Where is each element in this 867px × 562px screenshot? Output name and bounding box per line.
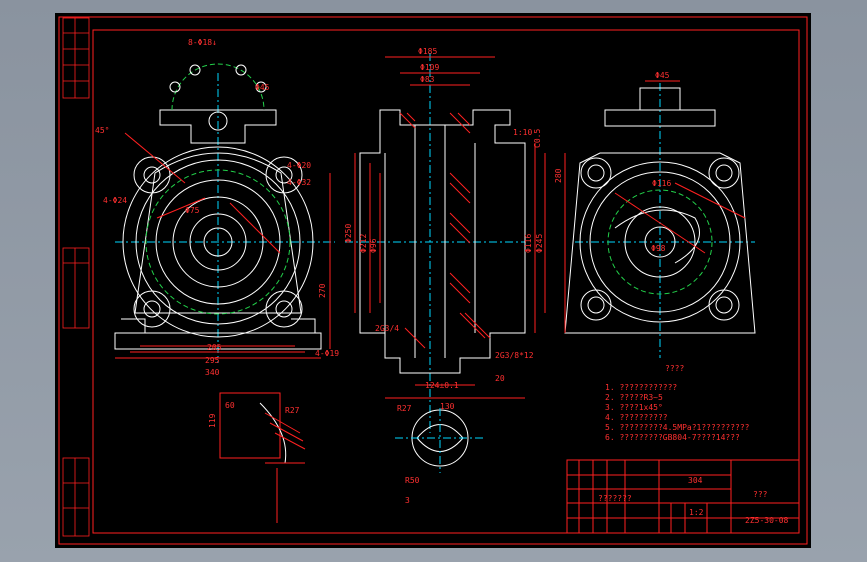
svg-text:20: 20 — [495, 374, 505, 383]
note-1: 1. ???????????? — [605, 383, 677, 392]
svg-text:Φ116: Φ116 — [524, 234, 533, 253]
technical-notes: ???? 1. ???????????? 2. ?????R3~5 3. ???… — [605, 364, 750, 442]
drawing-sheet: 205 295 340 270 4-Φ19 8-Φ18↓ Φ45 4-Φ24 4… — [55, 13, 811, 548]
svg-text:R27: R27 — [397, 404, 412, 413]
svg-text:45°: 45° — [95, 126, 109, 135]
svg-text:Φ116: Φ116 — [652, 179, 671, 188]
svg-text:295: 295 — [205, 356, 220, 365]
drawing-svg: 205 295 340 270 4-Φ19 8-Φ18↓ Φ45 4-Φ24 4… — [58, 16, 808, 545]
svg-text:Φ83: Φ83 — [420, 75, 435, 84]
svg-text:280: 280 — [554, 168, 563, 183]
svg-text:R27: R27 — [285, 406, 300, 415]
right-view: Φ45 Φ116 Φ98 280 — [554, 71, 756, 358]
left-margin-blocks — [62, 17, 90, 537]
svg-text:Φ45: Φ45 — [655, 71, 670, 80]
title-small-cell: ??????? — [598, 494, 632, 503]
svg-text:205: 205 — [207, 343, 222, 352]
svg-text:4-Φ24: 4-Φ24 — [103, 196, 127, 205]
svg-text:8-Φ18↓: 8-Φ18↓ — [188, 38, 217, 47]
notes-title: ???? — [665, 364, 684, 373]
note-3: 3. ????1x45° — [605, 403, 663, 412]
svg-text:2G3/8*12: 2G3/8*12 — [495, 351, 534, 360]
svg-text:1:10: 1:10 — [513, 128, 532, 137]
svg-text:R50: R50 — [405, 476, 420, 485]
svg-text:Φ250: Φ250 — [344, 224, 353, 243]
svg-text:4-Φ32: 4-Φ32 — [287, 178, 311, 187]
svg-text:4-Φ20: 4-Φ20 — [287, 161, 311, 170]
svg-text:Φ212: Φ212 — [359, 234, 368, 253]
svg-text:Φ75: Φ75 — [185, 206, 200, 215]
svg-text:340: 340 — [205, 368, 220, 377]
svg-text:Φ185: Φ185 — [418, 47, 437, 56]
inner-frame — [92, 29, 800, 534]
material-text: 304 — [688, 476, 703, 485]
note-5: 5. ?????????4.5MPa?1?????????? — [605, 423, 750, 432]
left-view: 205 295 340 270 4-Φ19 8-Φ18↓ Φ45 4-Φ24 4… — [95, 38, 339, 377]
scale-text: 1:2 — [689, 508, 704, 517]
svg-text:119: 119 — [208, 413, 217, 428]
drawing-number: 2Z5-30-08 — [745, 516, 789, 525]
svg-text:60: 60 — [225, 401, 235, 410]
svg-text:4-Φ19: 4-Φ19 — [315, 349, 339, 358]
cad-viewport[interactable]: 205 295 340 270 4-Φ19 8-Φ18↓ Φ45 4-Φ24 4… — [0, 0, 867, 562]
note-2: 2. ?????R3~5 — [605, 393, 663, 402]
svg-text:Φ96: Φ96 — [369, 238, 378, 253]
svg-text:Φ245: Φ245 — [535, 234, 544, 253]
svg-text:Φ109: Φ109 — [420, 63, 439, 72]
detail-views: 119 60 R27 R27 R50 3 — [208, 392, 485, 523]
section-view: Φ185 Φ109 Φ83 Φ250 Φ212 Φ96 Φ245 Φ116 13… — [344, 47, 546, 433]
svg-text:Φ98: Φ98 — [651, 244, 666, 253]
note-6: 6. ?????????GB804-7????14??? — [605, 433, 740, 442]
svg-text:3: 3 — [405, 496, 410, 505]
svg-text:Φ45: Φ45 — [255, 83, 270, 92]
note-4: 4. ?????????? — [605, 413, 668, 422]
svg-text:124±0.1: 124±0.1 — [425, 381, 459, 390]
svg-text:2G3/4: 2G3/4 — [375, 324, 399, 333]
svg-text:C0.5: C0.5 — [533, 129, 542, 148]
part-name-text: ??? — [753, 490, 768, 499]
svg-text:270: 270 — [318, 283, 327, 298]
title-block: 304 ??? ??????? 1:2 2Z5-30-08 — [566, 459, 800, 534]
